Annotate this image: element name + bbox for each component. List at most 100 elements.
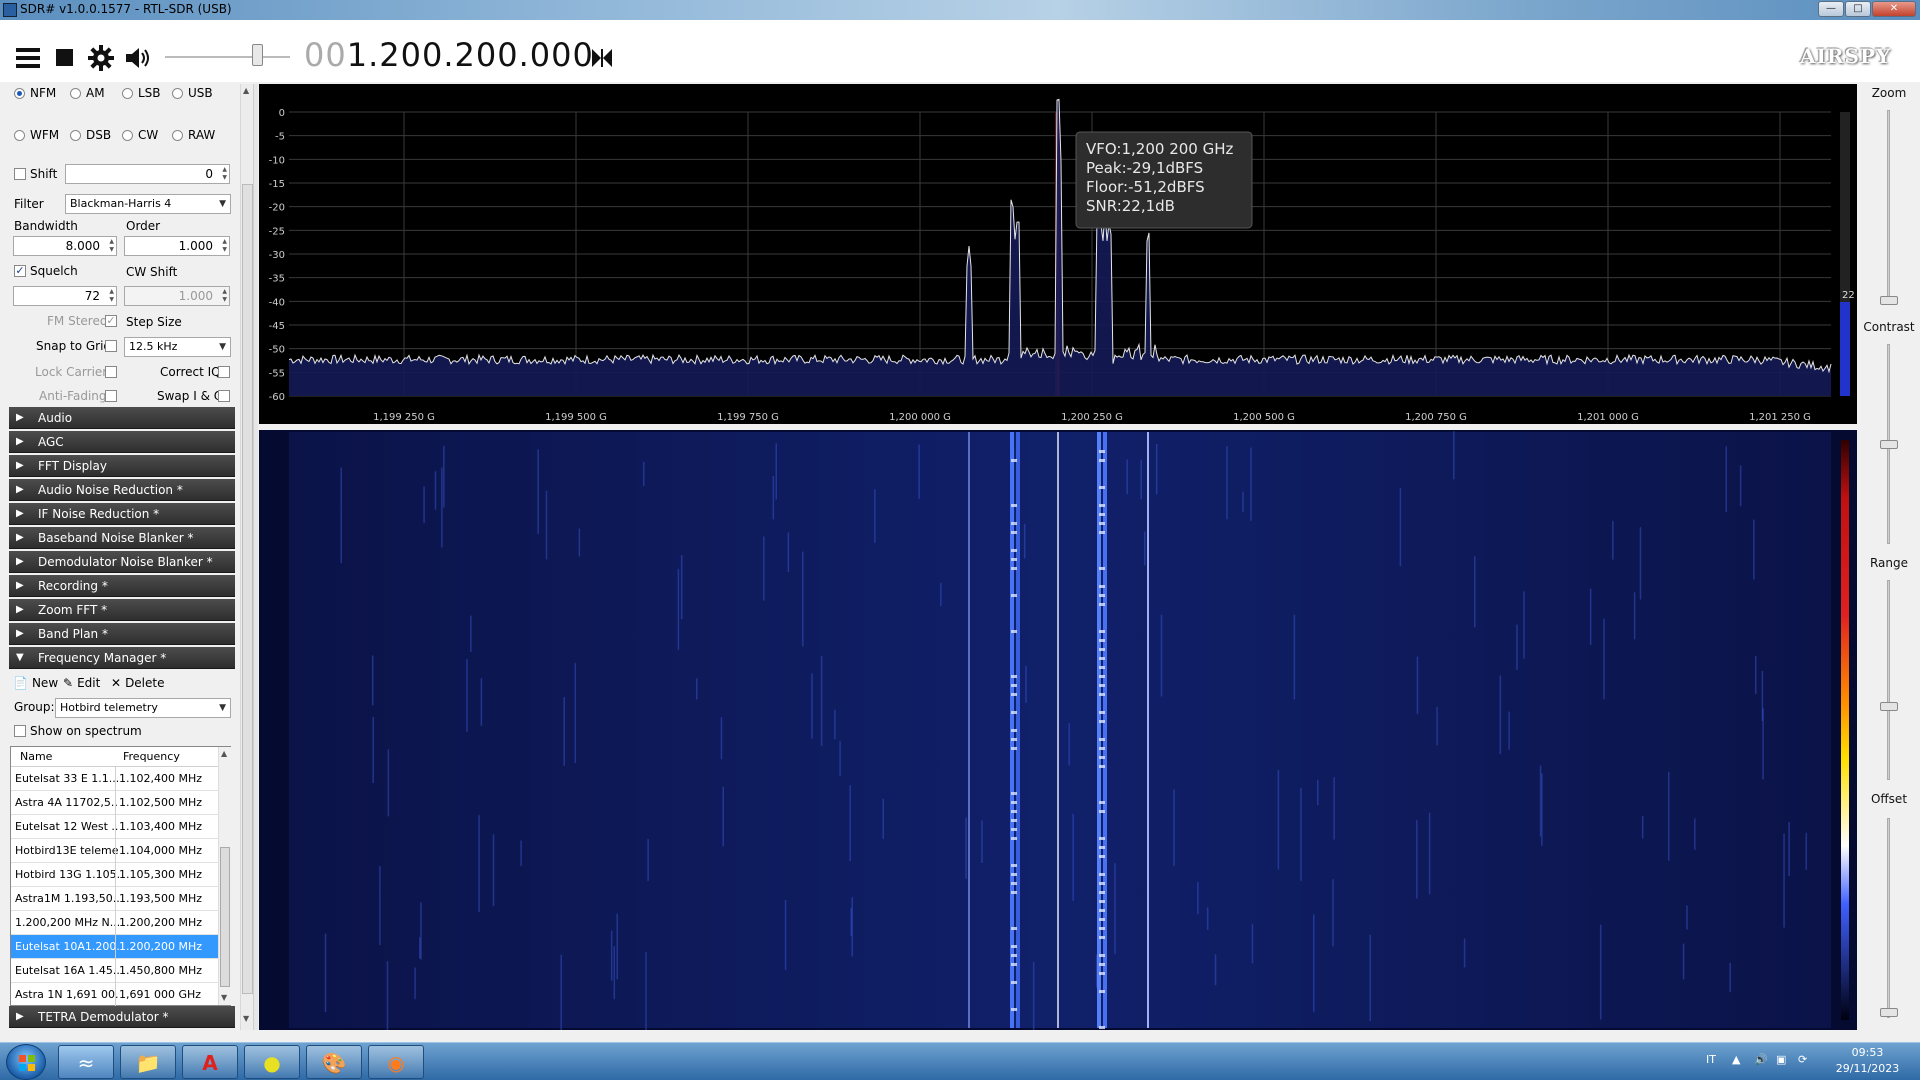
table-row[interactable]: 1.200,200 MHz N... 1.200,200 MHz (11, 911, 218, 935)
volume-slider-track[interactable] (165, 56, 290, 58)
mode-am-radio[interactable]: AM (70, 86, 105, 100)
mode-lsb-radio[interactable]: LSB (122, 86, 161, 100)
speaker-icon[interactable] (124, 46, 152, 70)
spectrum-plot[interactable]: 0 -5 -10 -15 -20 -25 -30 -35 -40 -45 -50 -55 -60 1,19… (259, 84, 1857, 424)
waterfall-plot[interactable] (259, 430, 1857, 1048)
maximize-button[interactable]: □ (1845, 1, 1871, 17)
section-tetra-demodulator[interactable]: ▶ TETRA Demodulator * (9, 1006, 235, 1028)
table-row[interactable]: Hotbird 13G 1.105... 1.105,300 MHz (11, 863, 218, 887)
menu-icon[interactable] (14, 46, 42, 70)
squelch-input[interactable]: 72 (13, 286, 117, 306)
mode-wfm-radio[interactable]: WFM (14, 128, 59, 142)
shift-checkbox[interactable] (14, 168, 26, 180)
zoom-slider-thumb[interactable] (1880, 296, 1898, 305)
snap-to-grid-checkbox[interactable] (105, 340, 117, 352)
fm-delete-button[interactable]: ✕ Delete (111, 676, 165, 690)
col-name-header[interactable]: Name (20, 750, 52, 763)
show-on-spectrum-checkbox[interactable] (14, 725, 26, 737)
gear-icon[interactable] (88, 45, 114, 71)
mode-cw-radio[interactable]: CW (122, 128, 158, 142)
correct-iq-checkbox[interactable] (218, 366, 230, 378)
section-frequency-manager[interactable]: ▼ Frequency Manager * (9, 647, 235, 669)
scroll-down-icon[interactable]: ▼ (221, 993, 227, 1002)
row-name: Eutelsat 16A 1.45... (15, 964, 119, 977)
taskbar-acrobat[interactable]: A (182, 1045, 238, 1079)
frequency-display[interactable]: 001.200.200.000 (304, 36, 594, 74)
section-zoom-fft[interactable]: ▶ Zoom FFT * (9, 599, 235, 621)
collapse-icon: ▼ (16, 652, 24, 663)
table-row[interactable]: Astra1M 1.193,50... 1.193,500 MHz (11, 887, 218, 911)
tray-arrow-icon[interactable]: ▲ (1732, 1053, 1740, 1066)
left-panel-scroll-thumb[interactable] (242, 184, 253, 994)
mode-usb-radio[interactable]: USB (172, 86, 213, 100)
scroll-up-icon[interactable]: ▲ (243, 86, 249, 95)
mode-nfm-radio[interactable]: NFM (14, 86, 56, 100)
order-input[interactable]: 1.000 (124, 236, 230, 256)
table-row[interactable]: Astra 1N 1,691 00... 1,691 000 GHz (11, 983, 218, 1007)
range-slider-thumb[interactable] (1880, 702, 1898, 711)
range-slider-track[interactable] (1887, 580, 1890, 780)
table-row[interactable]: Astra 4A 11702,5... 1.102,500 MHz (11, 791, 218, 815)
volume-slider-thumb[interactable] (252, 44, 263, 66)
spectrum-panel[interactable]: 0 -5 -10 -15 -20 -25 -30 -35 -40 -45 -50 -55 -60 1,19… (259, 84, 1857, 424)
section-if-noise-reduction[interactable]: ▶ IF Noise Reduction * (9, 503, 235, 525)
close-button[interactable]: ✕ (1872, 1, 1916, 17)
taskbar-paint[interactable]: 🎨 (306, 1045, 362, 1079)
left-panel-scrollbar[interactable]: ▲ ▼ (240, 84, 254, 1030)
contrast-slider-thumb[interactable] (1880, 440, 1898, 449)
waterfall-canvas[interactable] (289, 432, 1831, 1028)
volume-tray-icon[interactable]: 🔊 (1754, 1053, 1768, 1066)
waterfall-panel[interactable] (259, 430, 1857, 1048)
table-row[interactable]: Eutelsat 33 E 1.1... 1.102,400 MHz (11, 767, 218, 791)
section-label: Audio Noise Reduction * (38, 483, 183, 497)
panel-splitter[interactable] (253, 84, 258, 1030)
taskbar-app-yellow[interactable]: ● (244, 1045, 300, 1079)
offset-slider-thumb[interactable] (1880, 1008, 1898, 1017)
anti-fading-checkbox[interactable] (105, 390, 117, 402)
col-frequency-header[interactable]: Frequency (123, 750, 180, 763)
taskbar-explorer[interactable]: 📁 (120, 1045, 176, 1079)
network-tray-icon[interactable]: ▣ (1776, 1053, 1786, 1066)
group-select[interactable]: Hotbird telemetry ▼ (55, 698, 231, 718)
swap-iq-checkbox[interactable] (218, 390, 230, 402)
lock-carrier-checkbox[interactable] (105, 366, 117, 378)
section-band-plan[interactable]: ▶ Band Plan * (9, 623, 235, 645)
minimize-button[interactable]: — (1818, 1, 1844, 17)
section-audio[interactable]: ▶ Audio (9, 407, 235, 429)
center-tune-icon[interactable] (591, 48, 613, 68)
zoom-slider-track[interactable] (1887, 110, 1890, 300)
bandwidth-input[interactable]: 8.000 (13, 236, 117, 256)
taskbar-firefox[interactable]: ◉ (368, 1045, 424, 1079)
table-row[interactable]: Eutelsat 12 West ... 1.103,400 MHz (11, 815, 218, 839)
table-scrollbar[interactable]: ▲ ▼ (218, 747, 231, 1005)
section-agc[interactable]: ▶ AGC (9, 431, 235, 453)
section-recording[interactable]: ▶ Recording * (9, 575, 235, 597)
table-row[interactable]: Eutelsat 10A1.200... 1.200,200 MHz (11, 935, 218, 959)
section-demodulator-noise-blanker[interactable]: ▶ Demodulator Noise Blanker * (9, 551, 235, 573)
step-size-select[interactable]: 12.5 kHz ▼ (124, 337, 231, 357)
section-fft-display[interactable]: ▶ FFT Display (9, 455, 235, 477)
table-row[interactable]: Hotbird13E teleme... 1.104,000 MHz (11, 839, 218, 863)
mode-dsb-radio[interactable]: DSB (70, 128, 111, 142)
scroll-up-icon[interactable]: ▲ (221, 749, 227, 758)
fm-new-button[interactable]: 📄 New (13, 676, 58, 690)
offset-slider-track[interactable] (1887, 818, 1890, 1018)
fm-edit-button[interactable]: ✎ Edit (63, 676, 100, 690)
scroll-down-icon[interactable]: ▼ (243, 1014, 249, 1023)
language-indicator[interactable]: IT (1706, 1053, 1716, 1066)
squelch-checkbox[interactable]: ✓ (14, 265, 26, 277)
filter-select[interactable]: Blackman-Harris 4 ▼ (65, 194, 231, 214)
table-row[interactable]: Eutelsat 16A 1.45... 1.450,800 MHz (11, 959, 218, 983)
mode-raw-radio[interactable]: RAW (172, 128, 215, 142)
fm-stereo-checkbox[interactable]: ✓ (105, 315, 117, 327)
system-clock[interactable]: 09:53 29/11/2023 (1820, 1045, 1915, 1077)
section-audio-noise-reduction[interactable]: ▶ Audio Noise Reduction * (9, 479, 235, 501)
update-tray-icon[interactable]: ⟳ (1798, 1053, 1807, 1066)
start-button[interactable] (6, 1044, 46, 1080)
cw-shift-input[interactable]: 1.000 (124, 286, 230, 306)
section-baseband-noise-blanker[interactable]: ▶ Baseband Noise Blanker * (9, 527, 235, 549)
shift-input[interactable]: 0 (65, 164, 230, 184)
table-scroll-thumb[interactable] (220, 847, 230, 987)
taskbar-sdrsharp[interactable]: ≈ (58, 1045, 114, 1079)
stop-icon[interactable] (56, 49, 74, 67)
